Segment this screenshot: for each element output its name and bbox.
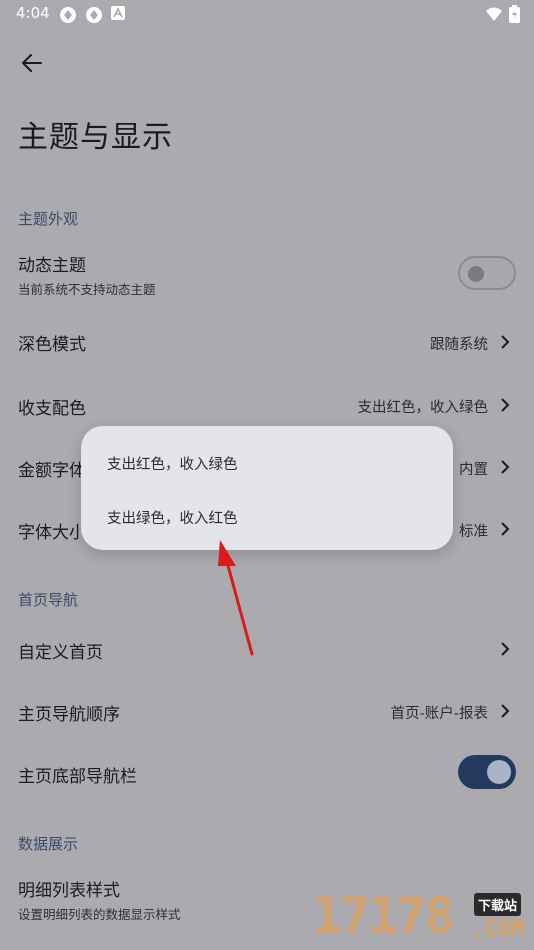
annotation-arrow-icon	[218, 540, 254, 656]
status-bar: 4:04	[0, 0, 534, 28]
back-button[interactable]	[14, 46, 50, 80]
chevron-right-icon	[501, 522, 510, 536]
section-header-data-display: 数据展示	[18, 835, 79, 853]
row-value: 首页-账户-报表	[390, 706, 488, 722]
section-header-theme: 主题外观	[18, 210, 79, 228]
row-title: 主页底部导航栏	[18, 767, 137, 787]
row-title: 动态主题	[18, 256, 86, 276]
row-title: 明细列表样式	[18, 881, 120, 901]
row-title: 自定义首页	[18, 643, 103, 663]
row-value: 标准	[459, 524, 488, 540]
wifi-icon	[486, 7, 502, 21]
row-title: 收支配色	[18, 399, 86, 419]
row-title: 金额字体	[18, 461, 86, 481]
chevron-right-icon	[501, 460, 510, 474]
section-header-home-nav: 首页导航	[18, 591, 79, 609]
chevron-right-icon	[501, 642, 510, 656]
row-income-color[interactable]: 收支配色 支出红色，收入绿色	[0, 374, 534, 434]
row-value: 支出红色，收入绿色	[357, 400, 489, 416]
popup-option-red-expense[interactable]: 支出红色，收入绿色	[107, 453, 238, 474]
row-dark-mode[interactable]: 深色模式 跟随系统	[0, 312, 534, 372]
row-dynamic-theme[interactable]: 动态主题 当前系统不支持动态主题	[0, 244, 534, 304]
chevron-right-icon	[501, 398, 510, 412]
watermark-logo: 17178 下载站 .COM	[312, 887, 532, 949]
watermark-badge: 下载站	[474, 893, 522, 916]
app-icon	[60, 7, 76, 23]
status-time: 4:04	[16, 4, 50, 22]
row-title: 深色模式	[18, 335, 86, 355]
dynamic-theme-toggle[interactable]	[458, 256, 516, 290]
app-icon	[86, 7, 102, 23]
chevron-right-icon	[501, 335, 510, 349]
page-title: 主题与显示	[18, 120, 173, 155]
watermark-domain: .COM	[472, 917, 525, 942]
row-title: 主页导航顺序	[18, 705, 120, 725]
row-value: 跟随系统	[430, 337, 488, 353]
row-title: 字体大小	[18, 523, 86, 543]
arrow-left-icon	[22, 54, 42, 72]
chevron-right-icon	[501, 704, 510, 718]
battery-icon	[509, 5, 520, 23]
watermark-text: 17178	[312, 887, 455, 945]
row-subtitle: 设置明细列表的数据显示样式	[18, 907, 181, 922]
a-icon	[111, 6, 125, 20]
row-bottom-nav[interactable]: 主页底部导航栏	[0, 742, 534, 802]
bottom-nav-toggle[interactable]	[458, 755, 516, 789]
row-subtitle: 当前系统不支持动态主题	[18, 282, 156, 297]
row-value: 内置	[459, 462, 488, 478]
row-nav-order[interactable]: 主页导航顺序 首页-账户-报表	[0, 680, 534, 740]
popup-option-green-expense[interactable]: 支出绿色，收入红色	[107, 507, 238, 528]
